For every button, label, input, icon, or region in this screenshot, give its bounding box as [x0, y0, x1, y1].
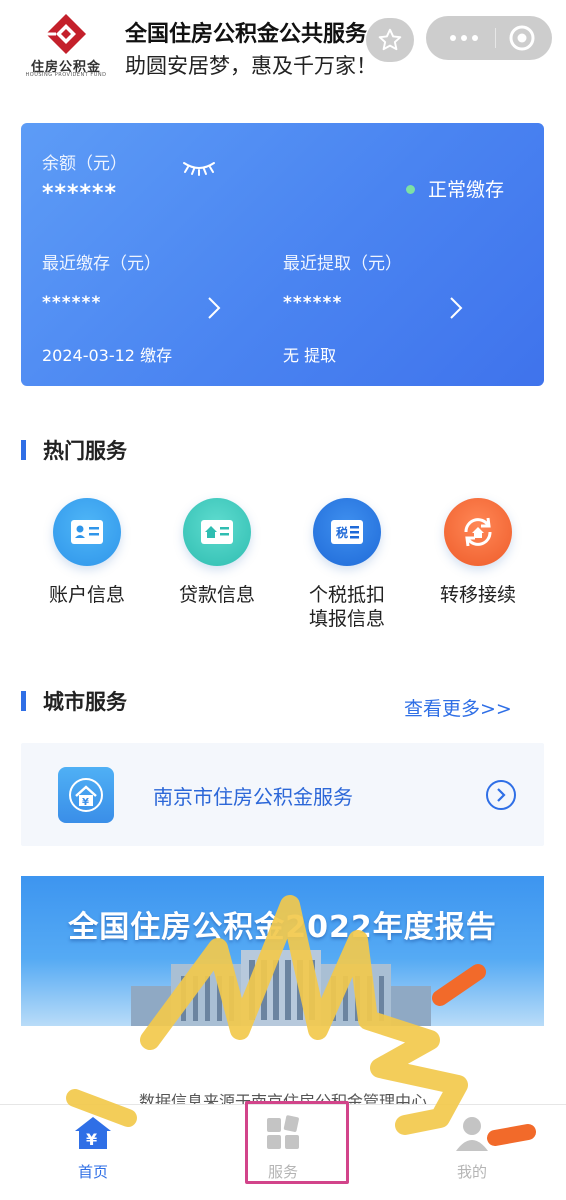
loan-house-card-icon [183, 498, 251, 566]
chevron-right-icon[interactable] [206, 295, 222, 321]
dot-icon [450, 35, 456, 41]
svg-text:¥: ¥ [86, 1130, 97, 1149]
hide-eye-icon[interactable] [181, 158, 217, 176]
close-circle-icon [509, 25, 535, 51]
city-service-item[interactable]: ¥ 南京市住房公积金服务 [21, 743, 544, 846]
tax-icon: 税 [313, 498, 381, 566]
logo-en-text: HOUSING PROVIDENT FUND [25, 72, 107, 78]
logo-mark-icon [46, 14, 86, 54]
tab-home-label: 首页 [77, 1163, 108, 1181]
star-icon [378, 28, 402, 51]
home-yuan-icon: ¥ [75, 1117, 111, 1149]
balance-value: ****** [42, 181, 118, 206]
balance-label: 余额（元） [42, 154, 127, 174]
highlight-box [245, 1101, 349, 1184]
service-tax-deduction[interactable]: 税 个税抵扣 填报信息 [282, 498, 412, 631]
user-icon [456, 1117, 488, 1151]
recent-withdraw-value[interactable]: ****** [283, 293, 342, 313]
tab-mine[interactable]: 我的 [412, 1113, 532, 1182]
city-services-heading: 城市服务 [21, 686, 127, 716]
dot-icon [461, 35, 467, 41]
svg-text:税: 税 [336, 525, 348, 540]
service-label: 个税抵扣 [308, 584, 385, 606]
service-label-line2: 填报信息 [308, 608, 385, 630]
see-more-link[interactable]: 查看更多>> [404, 694, 512, 721]
hot-services-heading: 热门服务 [21, 435, 127, 465]
heading-bar [21, 691, 26, 711]
dot-icon [472, 35, 478, 41]
city-service-label: 南京市住房公积金服务 [153, 785, 353, 809]
header: 住房公积金 HOUSING PROVIDENT FUND 全国住房公积金公共服务… [0, 0, 566, 95]
recent-deposit-date: 2024-03-12 缴存 [42, 346, 173, 365]
miniprogram-capsule [426, 16, 552, 60]
recent-deposit-label: 最近缴存（元） [42, 254, 161, 274]
heading-bar [21, 440, 26, 460]
recent-withdraw-label: 最近提取（元） [283, 254, 402, 274]
balance-card: 余额（元） ****** 正常缴存 最近缴存（元） ****** 2024-03… [21, 123, 544, 386]
app-page: 住房公积金 HOUSING PROVIDENT FUND 全国住房公积金公共服务… [0, 0, 566, 1200]
tab-home[interactable]: ¥ 首页 [33, 1113, 153, 1182]
app-slogan: 助圆安居梦，惠及千万家！ [125, 54, 377, 78]
account-card-icon [53, 498, 121, 566]
annual-report-banner[interactable]: 全国住房公积金2022年度报告 [21, 876, 544, 1026]
service-transfer[interactable]: 转移接续 [413, 498, 543, 607]
government-building-image [131, 950, 431, 1026]
service-label: 转移接续 [439, 584, 516, 606]
banner-title: 全国住房公积金2022年度报告 [68, 910, 497, 945]
recent-withdraw-note: 无 提取 [283, 346, 337, 365]
favorite-button[interactable] [366, 18, 414, 62]
transfer-house-icon [444, 498, 512, 566]
city-fund-icon: ¥ [58, 767, 114, 823]
recent-deposit-value[interactable]: ****** [42, 293, 101, 313]
svg-text:¥: ¥ [82, 797, 89, 808]
tab-mine-label: 我的 [456, 1163, 487, 1181]
housing-fund-logo: 住房公积金 HOUSING PROVIDENT FUND [22, 12, 110, 78]
more-options-button[interactable] [442, 16, 486, 60]
service-label: 贷款信息 [178, 584, 255, 606]
capsule-divider [495, 28, 496, 48]
status-dot [406, 185, 415, 194]
close-miniprogram-button[interactable] [506, 22, 538, 54]
app-title: 全国住房公积金公共服务 [125, 22, 368, 47]
service-label: 账户信息 [48, 584, 125, 606]
chevron-right-icon[interactable] [448, 295, 464, 321]
deposit-status: 正常缴存 [428, 179, 505, 201]
hot-services-title: 热门服务 [43, 439, 127, 463]
chevron-right-circle-icon[interactable] [486, 780, 516, 810]
city-services-title: 城市服务 [43, 690, 127, 714]
service-account-info[interactable]: 账户信息 [22, 498, 152, 607]
service-loan-info[interactable]: 贷款信息 [152, 498, 282, 607]
